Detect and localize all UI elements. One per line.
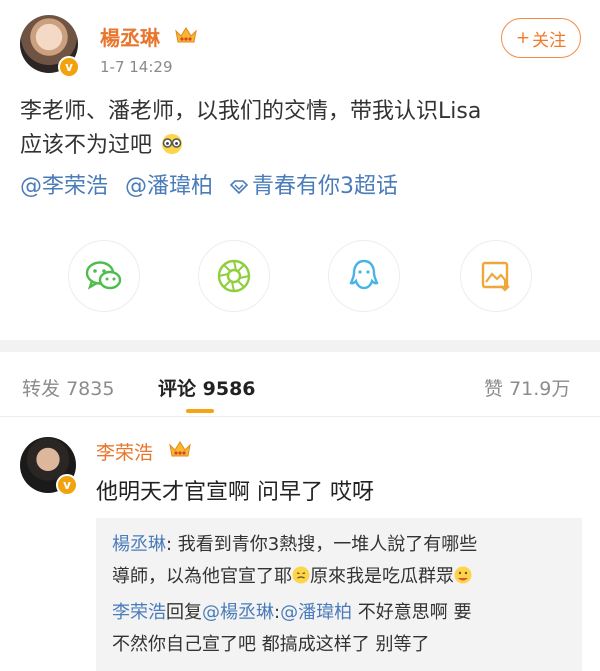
tab-repost[interactable]: 转发 7835: [22, 374, 114, 401]
plus-icon: +: [515, 28, 531, 48]
reply-author[interactable]: 楊丞琳: [112, 534, 166, 555]
post-content: 李老师、潘老师，以我们的交情，带我认识Lisa 应该不为过吧: [20, 95, 585, 163]
awkward-emoji-icon: [292, 566, 310, 584]
reply-line: 導師，以為他官宣了耶 原來我是吃瓜群眾: [112, 562, 472, 592]
reply-text: 導師，以為他官宣了耶: [112, 566, 292, 587]
reply-line: 李荣浩回复@楊丞琳:@潘瑋柏 不好意思啊 要: [112, 598, 472, 628]
wechat-icon: [85, 261, 122, 290]
reply-action: 回复: [166, 602, 202, 623]
tab-repost-label: 转发: [22, 378, 61, 400]
tab-comments-count: 9586: [202, 378, 256, 400]
post-time: 1-7 14:29: [100, 58, 173, 76]
verified-badge-icon: v: [58, 56, 80, 78]
post-tabs: 转发 7835 评论 9586 赞 71.9万: [0, 352, 600, 417]
share-moments-button[interactable]: [198, 240, 270, 312]
tab-comments-label: 评论: [158, 378, 197, 400]
reply-text: : 我看到青你3熱搜，一堆人說了有哪些: [166, 534, 478, 555]
follow-button[interactable]: + 关注: [501, 18, 581, 58]
follow-label: 关注: [532, 30, 567, 51]
mentions-row: @李荣浩 @潘瑋柏 青春有你3超话: [20, 168, 418, 200]
post-content-line: 应该不为过吧: [20, 129, 585, 163]
tab-likes[interactable]: 赞 71.9万: [484, 374, 570, 401]
reply-line: 不然你自己宣了吧 都搞成这样了 别等了: [112, 630, 429, 660]
replies-box[interactable]: 楊丞琳: 我看到青你3熱搜，一堆人說了有哪些 導師，以為他官宣了耶 原來我是吃瓜…: [96, 518, 582, 671]
post-content-text: 应该不为过吧: [20, 133, 153, 158]
mention-link[interactable]: @潘瑋柏: [280, 602, 352, 623]
crown-icon: [169, 441, 191, 457]
post-author-name[interactable]: 楊丞琳: [100, 22, 160, 51]
tab-likes-count: 71.9万: [509, 378, 571, 400]
section-divider: [0, 340, 600, 352]
mention-link[interactable]: @楊丞琳: [202, 602, 274, 623]
post-content-line: 李老师、潘老师，以我们的交情，带我认识Lisa: [20, 99, 482, 124]
reply-author[interactable]: 李荣浩: [112, 602, 166, 623]
weibo-post: v 楊丞琳 1-7 14:29 + 关注 李老师、潘老师，以我们的交情，带我认识…: [0, 0, 600, 340]
tab-comments[interactable]: 评论 9586: [158, 374, 256, 401]
supertopic-label: 青春有你3超话: [252, 174, 399, 199]
reply-text: 不然你自己宣了吧 都搞成这样了 别等了: [112, 634, 430, 655]
share-wechat-button[interactable]: [68, 240, 140, 312]
reply-text: 不好意思啊 要: [352, 602, 472, 623]
tab-repost-count: 7835: [66, 378, 115, 400]
verified-badge-icon: v: [56, 474, 78, 496]
moments-icon: [217, 259, 251, 293]
comment-text: 他明天才官宣啊 问早了 哎呀: [96, 480, 374, 505]
qq-icon: [349, 259, 379, 290]
active-tab-indicator: [186, 409, 214, 413]
melon-eating-emoji-icon: [454, 566, 472, 584]
glasses-emoji-icon: [162, 134, 183, 154]
reply-text: 原來我是吃瓜群眾: [310, 566, 454, 587]
supertopic-diamond-icon: [230, 180, 249, 194]
comment-author-name[interactable]: 李荣浩: [96, 438, 153, 465]
supertopic-link[interactable]: 青春有你3超话: [230, 174, 408, 199]
crown-icon: [175, 27, 197, 43]
save-image-icon: [481, 261, 510, 292]
reply-line: 楊丞琳: 我看到青你3熱搜，一堆人說了有哪些: [112, 530, 477, 560]
share-qq-button[interactable]: [328, 240, 400, 312]
save-image-button[interactable]: [460, 240, 532, 312]
mention-link[interactable]: @潘瑋柏: [125, 174, 213, 199]
mention-link[interactable]: @李荣浩: [20, 174, 108, 199]
tab-likes-label: 赞: [484, 378, 504, 400]
